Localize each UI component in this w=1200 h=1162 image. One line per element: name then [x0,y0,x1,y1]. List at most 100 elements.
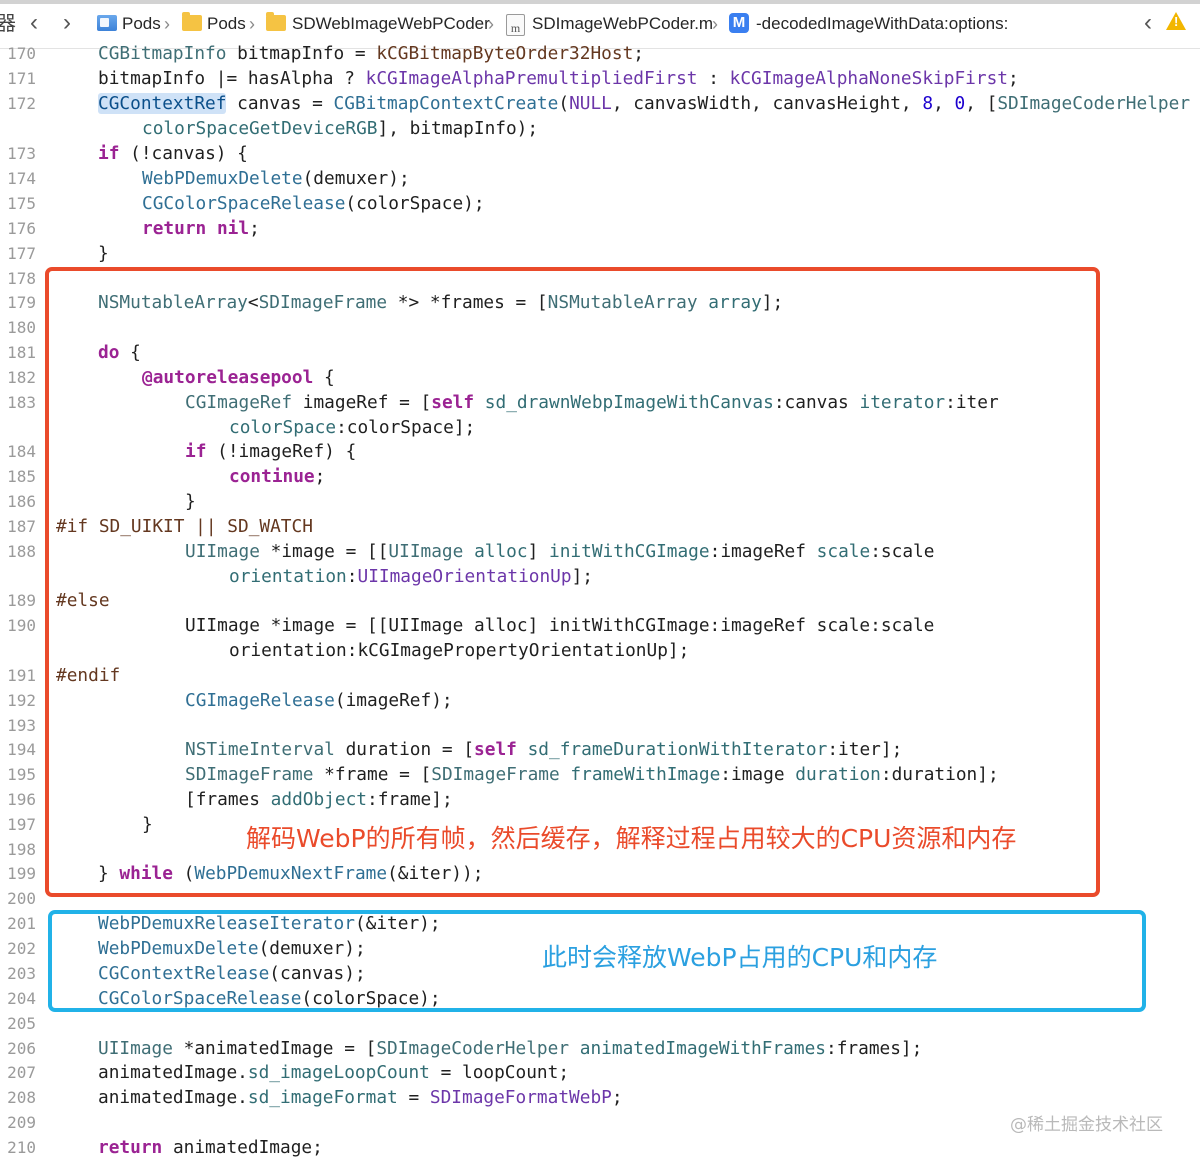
token: return [98,1137,163,1158]
code-line-177: } [98,242,109,266]
token: (!canvas) { [119,143,248,164]
token: , canvasWidth, canvasHeight, [611,93,923,114]
related-items-icon[interactable]: 器 [0,10,16,38]
chevron-right-icon: › [488,14,494,34]
breadcrumb-pods-group[interactable]: Pods [207,10,246,38]
line-number: 206 [7,1039,36,1058]
forward-button[interactable]: › [63,9,71,37]
folder-icon [266,12,286,31]
window-strip [0,0,1200,4]
line-number: 191 [7,666,36,685]
token: animatedImage; [162,1137,323,1158]
token: WebPDemuxDelete [142,168,303,189]
annotation-note-red: 解码WebP的所有帧，然后缓存，解释过程占用较大的CPU资源和内存 [246,824,1017,853]
line-number: 202 [7,939,36,958]
annotation-box-red [45,267,1100,897]
token: *animatedImage = [ [172,1038,377,1059]
token: kCGImageAlphaPremultipliedFirst [365,68,698,89]
token: if [98,143,120,164]
token: UIImage [98,1038,173,1059]
code-line-174: WebPDemuxDelete(demuxer); [142,167,410,191]
folder-icon [182,12,202,31]
line-number: 208 [7,1088,36,1107]
line-number: 199 [7,864,36,883]
code-line-170: CGBitmapInfo bitmapInfo = kCGBitmapByteO… [98,42,644,66]
line-number: 189 [7,591,36,610]
token: NULL [569,93,612,114]
token: , [933,93,955,114]
line-number: 198 [7,840,36,859]
line-number: 170 [7,44,36,63]
breadcrumb-coder-group[interactable]: SDWebImageWebPCoder [292,10,490,38]
warning-icon[interactable]: ! [1166,12,1186,30]
token: CGBitmapContextCreate [333,93,559,114]
token: sd_imageFormat [247,1087,398,1108]
objc-file-icon: m [506,14,525,36]
back-button[interactable]: ‹ [30,9,38,37]
breadcrumb-file[interactable]: SDImageWebPCoder.m [532,10,713,38]
line-number: 187 [7,517,36,536]
line-number: 184 [7,442,36,461]
line-number: 207 [7,1063,36,1082]
token: ], bitmapInfo); [377,118,539,139]
line-number: 180 [7,318,36,337]
token: bitmapInfo = [226,43,377,64]
line-number: 182 [7,368,36,387]
previous-issue-button[interactable]: ‹ [1144,9,1152,37]
line-number: 196 [7,790,36,809]
code-line-208: animatedImage.sd_imageFormat = SDImageFo… [98,1086,623,1110]
line-number: 190 [7,616,36,635]
line-number: 185 [7,467,36,486]
chevron-right-icon: › [164,14,170,34]
line-number: 204 [7,989,36,1008]
token: CGColorSpaceRelease [142,193,346,214]
line-number: 174 [7,169,36,188]
code-line-176: return nil; [142,217,260,241]
token: ( [558,93,570,114]
code-line-172: CGContextRef canvas = CGBitmapContextCre… [98,92,1190,116]
token: colorSpaceGetDeviceRGB [142,118,378,139]
line-number: 172 [7,94,36,113]
token: canvas = [226,93,334,114]
line-number: 175 [7,194,36,213]
token: CGBitmapInfo [98,43,227,64]
highlighted-token: CGContextRef [98,93,227,114]
line-number: 173 [7,144,36,163]
code-line-171: bitmapInfo |= hasAlpha ? kCGImageAlphaPr… [98,67,1019,91]
line-number: 188 [7,542,36,561]
token: animatedImage. [98,1062,248,1083]
warning-mark: ! [1174,14,1179,29]
line-number: 171 [7,69,36,88]
token: SDImageCoderHelper [376,1038,570,1059]
breadcrumb-pods-project[interactable]: Pods [122,10,161,38]
token: animatedImageWithFrames [579,1038,826,1059]
line-number: 176 [7,219,36,238]
code-line-172-wrap: colorSpaceGetDeviceRGB], bitmapInfo); [142,117,538,141]
line-number: 194 [7,740,36,759]
line-number: 179 [7,293,36,312]
line-number: 178 [7,269,36,288]
token: animatedImage. [98,1087,248,1108]
line-number: 203 [7,964,36,983]
token: } [98,243,109,264]
line-number: 186 [7,492,36,511]
breadcrumb-method[interactable]: -decodedImageWithData:options: [756,10,1008,38]
token: return [142,218,207,239]
annotation-note-blue: 此时会释放WebP占用的CPU和内存 [542,943,938,972]
code-line-173: if (!canvas) { [98,142,248,166]
line-number: 181 [7,343,36,362]
token: 8 [922,93,934,114]
line-number: 200 [7,889,36,908]
line-number: 209 [7,1113,36,1132]
line-number: 192 [7,691,36,710]
token: 0 [954,93,966,114]
token: , [ [965,93,998,114]
method-icon: M [729,13,749,33]
token: = [397,1087,430,1108]
token: :frames]; [826,1038,923,1059]
chevron-right-icon: › [249,14,255,34]
line-number: 197 [7,815,36,834]
token: sd_imageLoopCount [247,1062,430,1083]
line-number: 210 [7,1138,36,1157]
